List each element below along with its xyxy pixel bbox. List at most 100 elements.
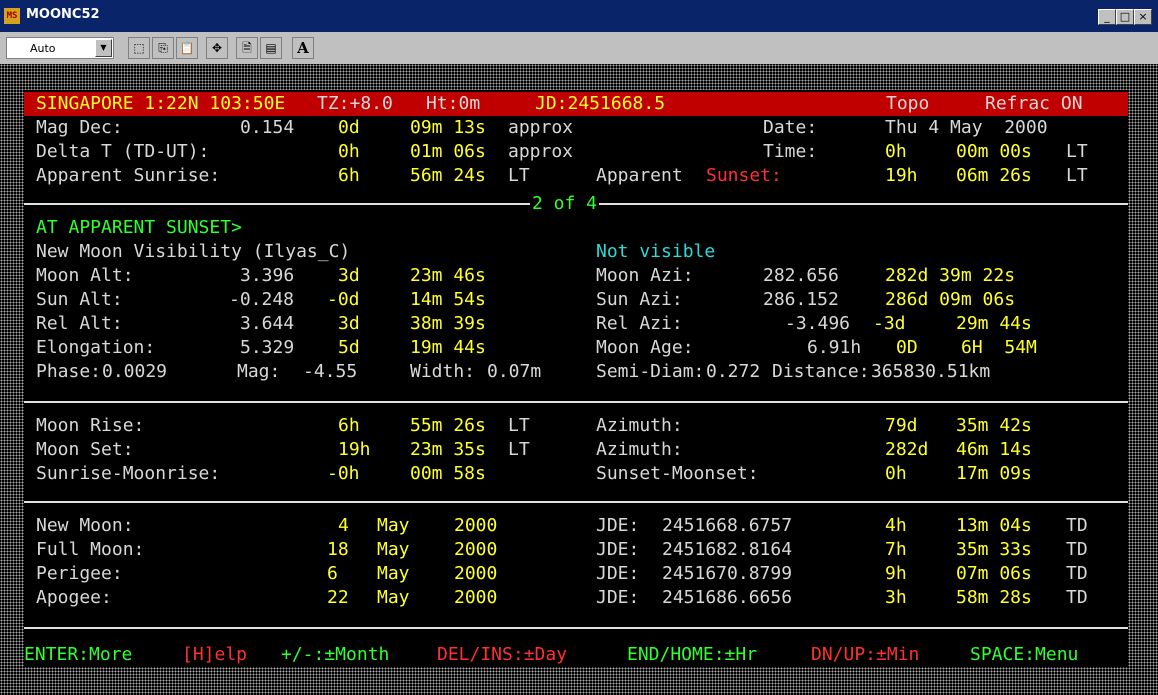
key-hint-minute: DN/UP:±Min <box>811 644 920 665</box>
moon-alt-value: 3.396 <box>240 265 295 286</box>
date-value: Thu 4 May 2000 <box>885 117 1048 138</box>
phase-event-jde: 2451668.6757 <box>662 515 793 536</box>
elongation-ms: 19m 44s <box>410 337 486 358</box>
phase-event-jde-label: JDE: <box>596 587 640 608</box>
phase-event-month: May <box>377 515 410 536</box>
visibility-value: Not visible <box>596 241 716 262</box>
rise-set-az-ms: 35m 42s <box>956 415 1032 436</box>
maximize-button[interactable]: □ <box>1116 9 1134 25</box>
phase-event-label: Perigee: <box>36 563 123 584</box>
delta-t-h: 0h <box>338 141 360 162</box>
moon-alt-ms: 23m 46s <box>410 265 486 286</box>
time-h: 0h <box>885 141 907 162</box>
chevron-down-icon[interactable]: ▼ <box>95 39 112 57</box>
sunset-label-a: Apparent <box>596 165 683 186</box>
window-title: MOONC52 <box>26 7 100 22</box>
phase-event-jde-label: JDE: <box>596 515 640 536</box>
phase-event-ms: 13m 04s <box>956 515 1032 536</box>
rise-set-lt: LT <box>508 439 530 460</box>
sun-alt-label: Sun Alt: <box>36 289 123 310</box>
mag-label: Mag: <box>237 361 281 382</box>
time-ms: 00m 00s <box>956 141 1032 162</box>
copy-icon[interactable]: ⎘ <box>152 37 174 59</box>
height: Ht:0m <box>426 93 481 114</box>
rise-set-ms: 00m 58s <box>410 463 486 484</box>
font-size-select[interactable]: Auto ▼ <box>6 37 114 59</box>
close-button[interactable]: × <box>1134 9 1152 25</box>
sunrise-h: 6h <box>338 165 360 186</box>
mag-dec-ms: 09m 13s <box>410 117 486 138</box>
phase-event-td: TD <box>1066 587 1088 608</box>
app-icon: MS <box>4 8 20 24</box>
font-icon[interactable]: A <box>292 37 314 59</box>
phase-event-h: 7h <box>885 539 907 560</box>
rel-azi-deg: -3d <box>873 313 906 334</box>
phase-event-td: TD <box>1066 539 1088 560</box>
phase-event-year: 2000 <box>454 515 498 536</box>
sunset-lt: LT <box>1066 165 1088 186</box>
time-label: Time: <box>763 141 818 162</box>
phase-event-month: May <box>377 539 410 560</box>
rel-azi-ms: 29m 44s <box>956 313 1032 334</box>
rise-set-az-d: 282d <box>885 439 929 460</box>
moon-alt-deg: 3d <box>338 265 360 286</box>
select-all-icon[interactable]: ⬚ <box>128 37 150 59</box>
paste-icon[interactable]: 📋 <box>176 37 198 59</box>
phase-event-day: 6 <box>327 563 338 584</box>
rise-set-h: 6h <box>338 415 360 436</box>
phase-event-ms: 58m 28s <box>956 587 1032 608</box>
phase-value: 0.0029 <box>102 361 168 382</box>
phase-event-day: 22 <box>327 587 349 608</box>
phase-label: Phase: <box>36 361 102 382</box>
phase-event-jde: 2451670.8799 <box>662 563 793 584</box>
full-screen-icon[interactable]: ✥ <box>206 37 228 59</box>
moon-age-dhm: 0D 6H 54M <box>896 337 1037 358</box>
phase-event-year: 2000 <box>454 563 498 584</box>
phase-event-ms: 07m 06s <box>956 563 1032 584</box>
sunset-label-b: Sunset: <box>706 165 782 186</box>
width-label: Width: <box>410 361 476 382</box>
minimize-button[interactable]: _ <box>1098 9 1116 25</box>
title-bar: MS MOONC52 _ □ × <box>0 0 1158 32</box>
phase-event-year: 2000 <box>454 539 498 560</box>
sunset-ms: 06m 26s <box>956 165 1032 186</box>
phase-event-jde: 2451686.6656 <box>662 587 793 608</box>
date-label: Date: <box>763 117 818 138</box>
rise-set-label: Moon Rise: <box>36 415 145 436</box>
sunset-h: 19h <box>885 165 918 186</box>
rise-set-label: Sunrise-Moonrise: <box>36 463 221 484</box>
phase-event-jde: 2451682.8164 <box>662 539 793 560</box>
divider <box>24 627 1128 629</box>
key-hint-help: [H]elp <box>182 644 248 665</box>
refraction: Refrac ON <box>985 93 1083 114</box>
semidiam-label: Semi-Diam: <box>596 361 705 382</box>
delta-t-note: approx <box>508 141 574 162</box>
visibility-label: New Moon Visibility (Ilyas_C) <box>36 241 351 262</box>
page-indicator: 2 of 4 <box>530 192 600 216</box>
mag-dec-deg: 0d <box>338 117 360 138</box>
key-hint-day: DEL/INS:±Day <box>437 644 568 665</box>
moon-azi-label: Moon Azi: <box>596 265 694 286</box>
mag-dec-note: approx <box>508 117 574 138</box>
phase-event-label: Full Moon: <box>36 539 145 560</box>
sunrise-ms: 56m 24s <box>410 165 486 186</box>
rise-set-az-ms: 46m 14s <box>956 439 1032 460</box>
toolbar: Auto ▼ ⬚ ⎘ 📋 ✥ 🗎 ▤ A <box>0 32 1158 64</box>
sunrise-label: Apparent Sunrise: <box>36 165 221 186</box>
divider <box>24 401 1128 403</box>
rel-alt-deg: 3d <box>338 313 360 334</box>
background-icon[interactable]: ▤ <box>260 37 282 59</box>
rise-set-h: -0h <box>327 463 360 484</box>
timezone: TZ:+8.0 <box>317 93 393 114</box>
sun-azi-dms: 286d 09m 06s <box>885 289 1016 310</box>
properties-icon[interactable]: 🗎 <box>236 37 258 59</box>
phase-event-td: TD <box>1066 515 1088 536</box>
sun-alt-deg: -0d <box>327 289 360 310</box>
semidiam-value: 0.272 <box>706 361 761 382</box>
elongation-value: 5.329 <box>240 337 295 358</box>
elongation-deg: 5d <box>338 337 360 358</box>
julian-day: JD:2451668.5 <box>535 93 666 114</box>
delta-t-label: Delta T (TD-UT): <box>36 141 210 162</box>
elongation-label: Elongation: <box>36 337 156 358</box>
rise-set-h: 19h <box>338 439 371 460</box>
